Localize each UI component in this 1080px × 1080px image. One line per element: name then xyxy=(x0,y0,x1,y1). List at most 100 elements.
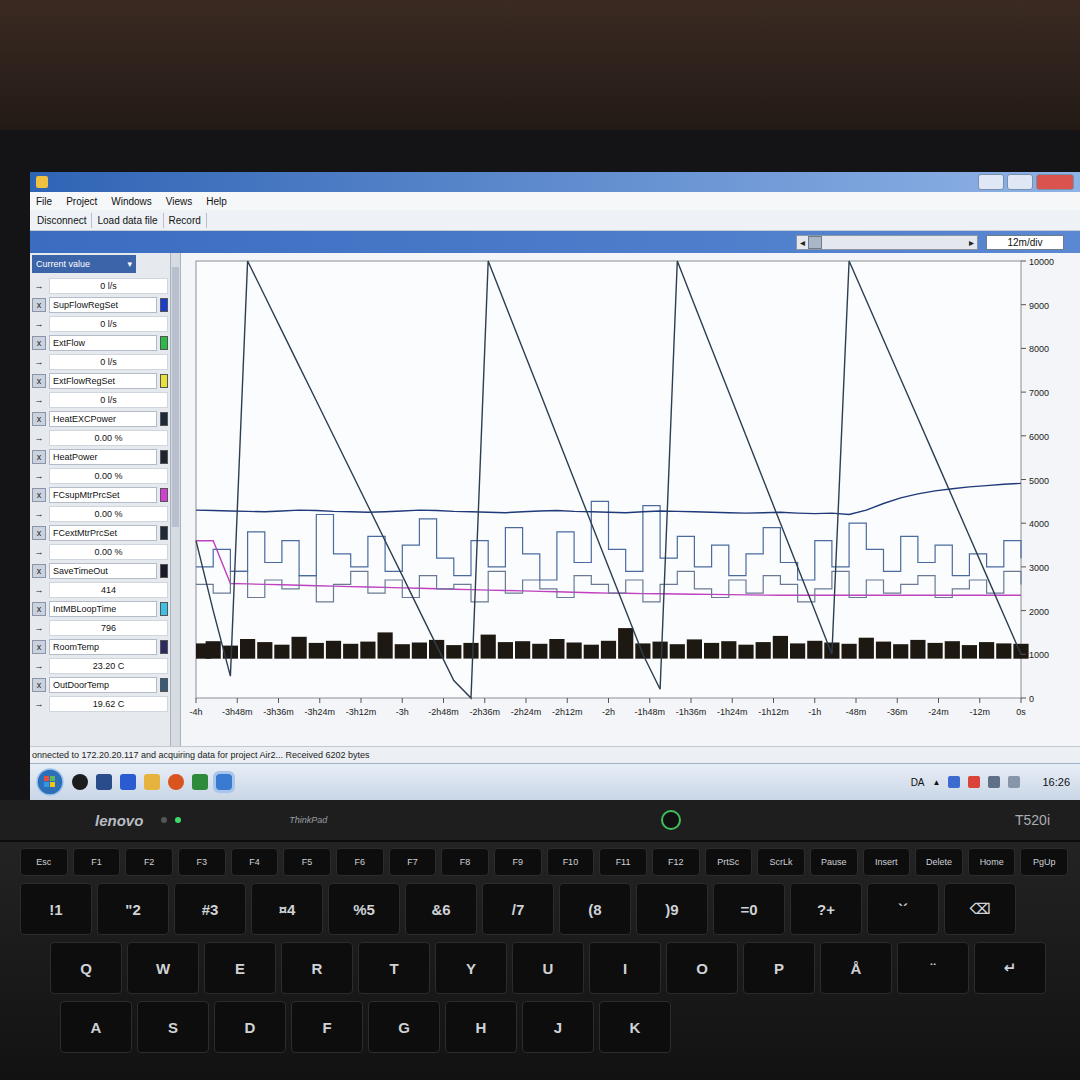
scroll-left-button[interactable]: ◂ xyxy=(797,236,808,249)
tray-icon[interactable] xyxy=(948,776,960,788)
key[interactable]: )9 xyxy=(636,883,708,935)
signal-name[interactable]: FCsupMtrPrcSet xyxy=(49,487,157,503)
color-swatch[interactable] xyxy=(160,640,168,654)
key[interactable]: ?+ xyxy=(790,883,862,935)
key[interactable]: D xyxy=(214,1001,286,1053)
remove-button[interactable]: x xyxy=(32,374,46,388)
key[interactable]: "2 xyxy=(97,883,169,935)
arrow-button[interactable]: → xyxy=(32,583,46,597)
key[interactable]: F2 xyxy=(125,848,173,876)
key[interactable]: F7 xyxy=(389,848,437,876)
scroll-thumb[interactable] xyxy=(808,236,822,249)
signal-name[interactable]: RoomTemp xyxy=(49,639,157,655)
language-indicator[interactable]: DA xyxy=(911,777,925,788)
value-dropdown[interactable]: Current value▾ xyxy=(32,255,136,273)
key[interactable]: J xyxy=(522,1001,594,1053)
key[interactable]: P xyxy=(743,942,815,994)
menu-item[interactable]: Project xyxy=(66,196,97,207)
folder-icon[interactable] xyxy=(144,774,160,790)
key[interactable]: PrtSc xyxy=(705,848,753,876)
key[interactable]: F xyxy=(291,1001,363,1053)
excel-icon[interactable] xyxy=(192,774,208,790)
key[interactable]: W xyxy=(127,942,199,994)
signal-name[interactable]: FCextMtrPrcSet xyxy=(49,525,157,541)
app-icon[interactable] xyxy=(72,774,88,790)
time-scrollbar[interactable]: ◂▸ xyxy=(796,235,978,250)
signal-name[interactable]: HeatPower xyxy=(49,449,157,465)
toolbar-button[interactable]: Record xyxy=(164,213,207,228)
key[interactable]: F6 xyxy=(336,848,384,876)
arrow-button[interactable]: → xyxy=(32,431,46,445)
arrow-button[interactable]: → xyxy=(32,279,46,293)
app-icon[interactable] xyxy=(96,774,112,790)
key[interactable]: Pause xyxy=(810,848,858,876)
key[interactable]: F3 xyxy=(178,848,226,876)
remove-button[interactable]: x xyxy=(32,678,46,692)
key[interactable]: I xyxy=(589,942,661,994)
remove-button[interactable]: x xyxy=(32,488,46,502)
key[interactable]: E xyxy=(204,942,276,994)
key[interactable]: ¨ xyxy=(897,942,969,994)
color-swatch[interactable] xyxy=(160,488,168,502)
panel-scrollbar[interactable] xyxy=(170,253,180,746)
arrow-button[interactable]: → xyxy=(32,659,46,673)
tray-expand-button[interactable]: ▲ xyxy=(933,778,941,787)
color-swatch[interactable] xyxy=(160,602,168,616)
app-icon[interactable] xyxy=(216,774,232,790)
key[interactable]: ¤4 xyxy=(251,883,323,935)
key[interactable]: ⌫ xyxy=(944,883,1016,935)
signal-name[interactable]: ExtFlow xyxy=(49,335,157,351)
arrow-button[interactable]: → xyxy=(32,545,46,559)
key[interactable]: Q xyxy=(50,942,122,994)
maximize-button[interactable] xyxy=(1007,174,1033,190)
remove-button[interactable]: x xyxy=(32,602,46,616)
word-icon[interactable] xyxy=(120,774,136,790)
menu-item[interactable]: Views xyxy=(166,196,193,207)
key[interactable]: F4 xyxy=(231,848,279,876)
signal-name[interactable]: HeatEXCPower xyxy=(49,411,157,427)
key[interactable]: /7 xyxy=(482,883,554,935)
toolbar-button[interactable]: Load data file xyxy=(92,213,163,228)
key[interactable]: %5 xyxy=(328,883,400,935)
key[interactable]: F9 xyxy=(494,848,542,876)
key[interactable]: H xyxy=(445,1001,517,1053)
toolbar-button[interactable]: Disconnect xyxy=(32,213,92,228)
key[interactable]: Å xyxy=(820,942,892,994)
key[interactable]: Esc xyxy=(20,848,68,876)
color-swatch[interactable] xyxy=(160,450,168,464)
remove-button[interactable]: x xyxy=(32,298,46,312)
color-swatch[interactable] xyxy=(160,564,168,578)
color-swatch[interactable] xyxy=(160,526,168,540)
remove-button[interactable]: x xyxy=(32,450,46,464)
key[interactable]: !1 xyxy=(20,883,92,935)
arrow-button[interactable]: → xyxy=(32,393,46,407)
remove-button[interactable]: x xyxy=(32,526,46,540)
key[interactable]: F1 xyxy=(73,848,121,876)
browser-icon[interactable] xyxy=(168,774,184,790)
key[interactable]: S xyxy=(137,1001,209,1053)
arrow-button[interactable]: → xyxy=(32,697,46,711)
menu-item[interactable]: Help xyxy=(206,196,227,207)
key[interactable]: #3 xyxy=(174,883,246,935)
key[interactable]: ↵ xyxy=(974,942,1046,994)
arrow-button[interactable]: → xyxy=(32,317,46,331)
key[interactable]: Y xyxy=(435,942,507,994)
signal-name[interactable]: OutDoorTemp xyxy=(49,677,157,693)
key[interactable]: U xyxy=(512,942,584,994)
color-swatch[interactable] xyxy=(160,412,168,426)
key[interactable]: PgUp xyxy=(1020,848,1068,876)
remove-button[interactable]: x xyxy=(32,640,46,654)
scale-field[interactable]: 12m/div xyxy=(986,235,1064,250)
signal-name[interactable]: SupFlowRegSet xyxy=(49,297,157,313)
key[interactable]: F10 xyxy=(547,848,595,876)
clock[interactable]: 16:26 xyxy=(1042,776,1070,788)
key[interactable]: ScrLk xyxy=(757,848,805,876)
minimize-button[interactable] xyxy=(978,174,1004,190)
key[interactable]: `´ xyxy=(867,883,939,935)
menu-item[interactable]: File xyxy=(36,196,52,207)
key[interactable]: F5 xyxy=(283,848,331,876)
color-swatch[interactable] xyxy=(160,374,168,388)
key[interactable]: K xyxy=(599,1001,671,1053)
color-swatch[interactable] xyxy=(160,678,168,692)
volume-icon[interactable] xyxy=(1008,776,1020,788)
